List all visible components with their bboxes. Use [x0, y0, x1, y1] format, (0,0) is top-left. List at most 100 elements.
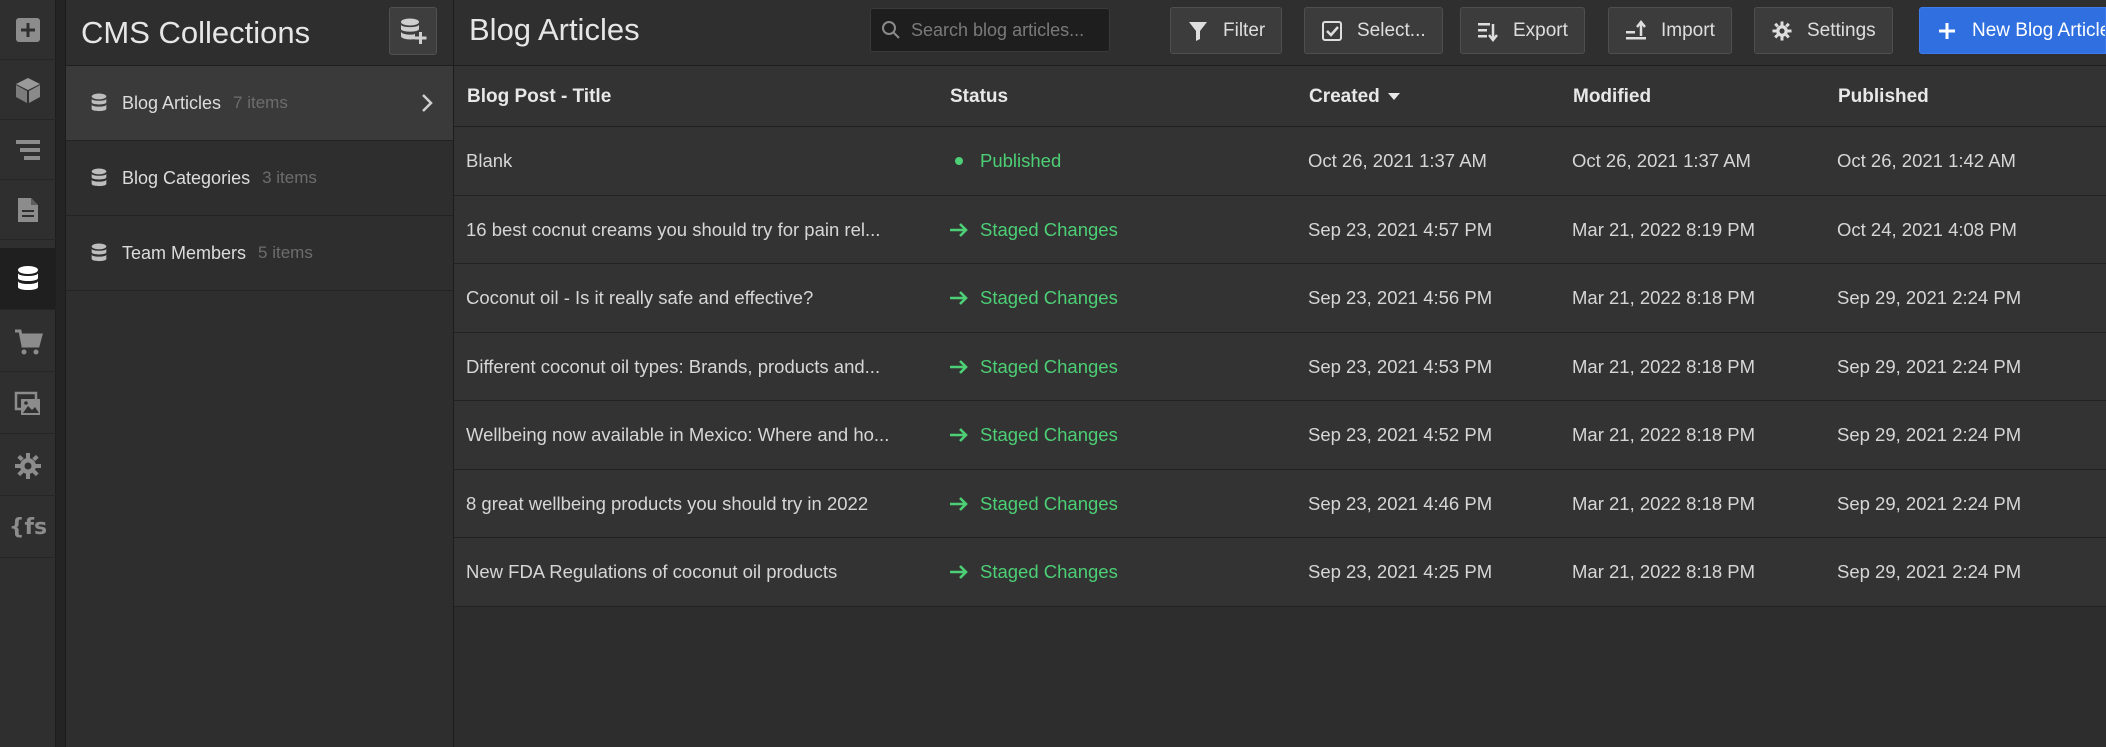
ecommerce-button[interactable]	[0, 312, 56, 372]
collection-name: Blog Categories	[122, 167, 251, 188]
collection-count: 3 items	[262, 168, 317, 187]
layers-icon	[16, 139, 40, 160]
select-button[interactable]: Select...	[1304, 7, 1443, 54]
table-row[interactable]: 8 great wellbeing products you should tr…	[454, 469, 2106, 538]
cell-status: Staged Changes	[948, 196, 1118, 264]
collections-header: CMS Collections	[66, 0, 453, 66]
finsweet-button[interactable]: {fs	[0, 498, 56, 558]
gear-icon	[1772, 20, 1792, 41]
cell-created: Sep 23, 2021 4:25 PM	[1308, 561, 1493, 582]
cube-icon	[16, 77, 40, 103]
cell-created: Sep 23, 2021 4:57 PM	[1308, 218, 1493, 240]
search-box[interactable]	[870, 8, 1110, 52]
page-title: Blog Articles	[469, 12, 640, 47]
cell-published: Oct 24, 2021 4:08 PM	[1837, 218, 2017, 240]
arrow-right-icon	[950, 428, 968, 442]
cell-created: Sep 23, 2021 4:56 PM	[1308, 287, 1493, 308]
cell-created: Sep 23, 2021 4:53 PM	[1308, 355, 1493, 377]
gear-icon	[15, 452, 41, 479]
cell-title: Different coconut oil types: Brands, pro…	[466, 355, 881, 377]
navigator-button[interactable]	[0, 120, 56, 180]
collection-name: Blog Articles	[122, 92, 222, 113]
sort-descending-icon	[1387, 92, 1400, 100]
table-row[interactable]: New FDA Regulations of coconut oil produ…	[454, 538, 2106, 607]
arrow-right-icon	[950, 496, 968, 511]
cell-status: Staged Changes	[948, 538, 1118, 606]
table-row[interactable]: Wellbeing now available in Mexico: Where…	[454, 401, 2106, 470]
database-icon	[91, 168, 107, 187]
collection-count: 5 items	[258, 243, 313, 262]
import-button[interactable]: Import	[1608, 7, 1732, 54]
cell-published: Sep 29, 2021 2:24 PM	[1837, 424, 2022, 445]
cell-published: Sep 29, 2021 2:24 PM	[1837, 561, 2022, 582]
chevron-right-icon	[422, 94, 433, 112]
cell-modified: Mar 21, 2022 8:18 PM	[1572, 492, 1756, 514]
column-header-published[interactable]: Published	[1838, 66, 1929, 127]
table-row[interactable]: 16 best cocnut creams you should try for…	[454, 195, 2106, 264]
collections-title: CMS Collections	[81, 14, 311, 50]
add-collection-button[interactable]	[389, 7, 437, 55]
table-row[interactable]: Coconut oil - Is it really safe and effe…	[454, 264, 2106, 333]
cell-created: Oct 26, 2021 1:37 AM	[1308, 150, 1487, 171]
cell-modified: Mar 21, 2022 8:18 PM	[1572, 287, 1756, 308]
filter-button[interactable]: Filter	[1170, 7, 1283, 54]
cell-title: Wellbeing now available in Mexico: Where…	[466, 424, 890, 445]
assets-button[interactable]	[0, 374, 56, 434]
fs-icon: {fs	[8, 515, 48, 540]
export-icon	[1478, 22, 1498, 42]
cell-status: Staged Changes	[948, 401, 1118, 469]
settings-rail-button[interactable]	[0, 436, 56, 496]
settings-label: Settings	[1807, 19, 1876, 41]
cell-title: 16 best cocnut creams you should try for…	[466, 218, 881, 240]
new-item-button[interactable]: New Blog Article	[1919, 7, 2106, 54]
column-header-status[interactable]: Status	[950, 66, 1008, 127]
settings-button[interactable]: Settings	[1754, 7, 1893, 54]
cell-title: New FDA Regulations of coconut oil produ…	[466, 561, 838, 582]
import-icon	[1626, 19, 1646, 39]
collection-item-team-members[interactable]: Team Members 5 items	[66, 216, 453, 291]
cell-modified: Oct 26, 2021 1:37 AM	[1572, 150, 1751, 171]
collection-name: Team Members	[122, 242, 247, 263]
cell-title: Blank	[466, 150, 513, 171]
cell-modified: Mar 21, 2022 8:18 PM	[1572, 355, 1756, 377]
cart-icon	[15, 329, 43, 354]
collection-count: 7 items	[233, 93, 288, 112]
cell-published: Sep 29, 2021 2:24 PM	[1837, 492, 2022, 514]
database-icon	[18, 265, 38, 290]
cell-modified: Mar 21, 2022 8:18 PM	[1572, 424, 1756, 445]
search-input[interactable]	[909, 18, 1099, 42]
column-header-title[interactable]: Blog Post - Title	[467, 66, 611, 127]
pages-button[interactable]	[0, 180, 56, 240]
arrow-right-icon	[950, 359, 968, 374]
filter-label: Filter	[1223, 19, 1266, 41]
collection-item-blog-categories[interactable]: Blog Categories 3 items	[66, 141, 453, 216]
icon-rail: {fs	[0, 0, 56, 747]
cell-modified: Mar 21, 2022 8:18 PM	[1572, 561, 1756, 582]
toolbar: Blog Articles Filter Select... Export Im…	[454, 0, 2106, 66]
select-label: Select...	[1357, 19, 1426, 41]
database-icon	[91, 93, 107, 112]
export-button[interactable]: Export	[1460, 7, 1585, 54]
plus-square-icon	[16, 17, 40, 42]
table-row[interactable]: Blank Published Oct 26, 2021 1:37 AM Oct 26…	[454, 127, 2106, 196]
table-header: Blog Post - Title Status Created Modifie…	[454, 66, 2106, 127]
cell-status: Staged Changes	[948, 264, 1118, 332]
plus-icon	[1939, 22, 1955, 39]
arrow-right-icon	[950, 222, 968, 237]
cms-button[interactable]	[0, 248, 56, 310]
collections-panel: CMS Collections Blog Articles 7 items Bl…	[66, 0, 454, 747]
column-header-modified[interactable]: Modified	[1573, 66, 1651, 127]
collection-item-blog-articles[interactable]: Blog Articles 7 items	[66, 66, 453, 141]
arrow-right-icon	[950, 291, 968, 305]
components-button[interactable]	[0, 60, 56, 120]
cell-status: Staged Changes	[948, 470, 1118, 538]
cell-title: 8 great wellbeing products you should tr…	[466, 492, 869, 514]
images-icon	[14, 391, 40, 415]
add-panel-button[interactable]	[0, 0, 56, 60]
cell-modified: Mar 21, 2022 8:19 PM	[1572, 218, 1756, 240]
table-row[interactable]: Different coconut oil types: Brands, pro…	[454, 332, 2106, 401]
column-header-created[interactable]: Created	[1309, 66, 1400, 127]
filter-icon	[1189, 21, 1207, 41]
cell-published: Sep 29, 2021 2:24 PM	[1837, 355, 2022, 377]
table-body: Blank Published Oct 26, 2021 1:37 AM Oct 26…	[454, 127, 2106, 607]
